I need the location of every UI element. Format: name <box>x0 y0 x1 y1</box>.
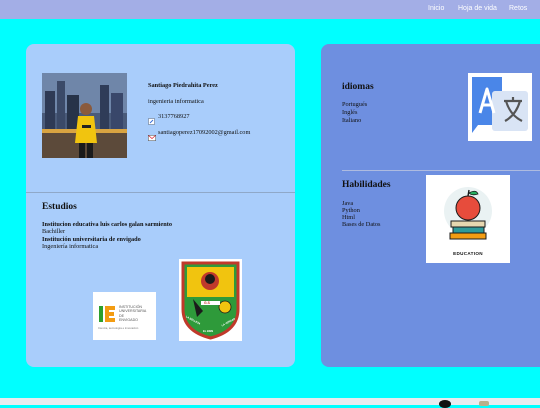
idiomas-heading: idiomas <box>342 82 374 92</box>
footer-bar <box>0 398 540 408</box>
footer-dark-icon <box>439 400 451 408</box>
education-caption: EDUCATION <box>453 251 483 256</box>
nav-retos-link[interactable]: Retos <box>509 5 527 12</box>
estudios-heading: Estudios <box>42 202 77 212</box>
iue-logo-line-4: ENVIGADO <box>119 318 138 323</box>
school-crest-logo: G.S LA BELLEZA EL BIEN LA VERDAD <box>179 259 242 341</box>
school-crest-motto-2: EL BIEN <box>203 330 214 333</box>
nav-inicio-link[interactable]: Inicio <box>428 5 444 12</box>
section-divider <box>26 192 295 193</box>
nav-hoja-de-vida-link[interactable]: Hoja de vida <box>458 5 497 12</box>
top-navbar: Inicio Hoja de vida Retos <box>0 0 540 19</box>
footer-small-icon <box>479 401 489 406</box>
profile-name: Santiago Piedrahita Perez <box>148 82 218 89</box>
profile-profession: ingenieria informatica <box>148 98 204 105</box>
language-item: Portugués <box>342 101 368 108</box>
iue-logo-tagline: Ciencia, tecnología e innovación <box>98 326 139 330</box>
skill-item: Bases de Datos <box>342 221 381 228</box>
section-divider <box>342 170 540 171</box>
school-degree: Bachiller <box>42 228 66 235</box>
education-image: EDUCATION <box>426 175 510 263</box>
language-item: Italiano <box>342 117 362 124</box>
language-item: Inglés <box>342 109 358 116</box>
profile-photo <box>42 73 127 158</box>
habilidades-heading: Habilidades <box>342 180 391 190</box>
profile-phone: 3137768927 <box>158 113 190 120</box>
iue-logo: INSTITUCIÓN UNIVERSITARIA DE ENVIGADO Ci… <box>93 292 156 340</box>
profile-email[interactable]: santiagoperez17092002@gmail.com <box>158 129 250 137</box>
university-degree: Ingeniería informatica <box>42 243 99 250</box>
translate-icon <box>468 73 532 141</box>
email-icon <box>148 128 156 146</box>
school-crest-letters: G.S <box>204 301 210 305</box>
